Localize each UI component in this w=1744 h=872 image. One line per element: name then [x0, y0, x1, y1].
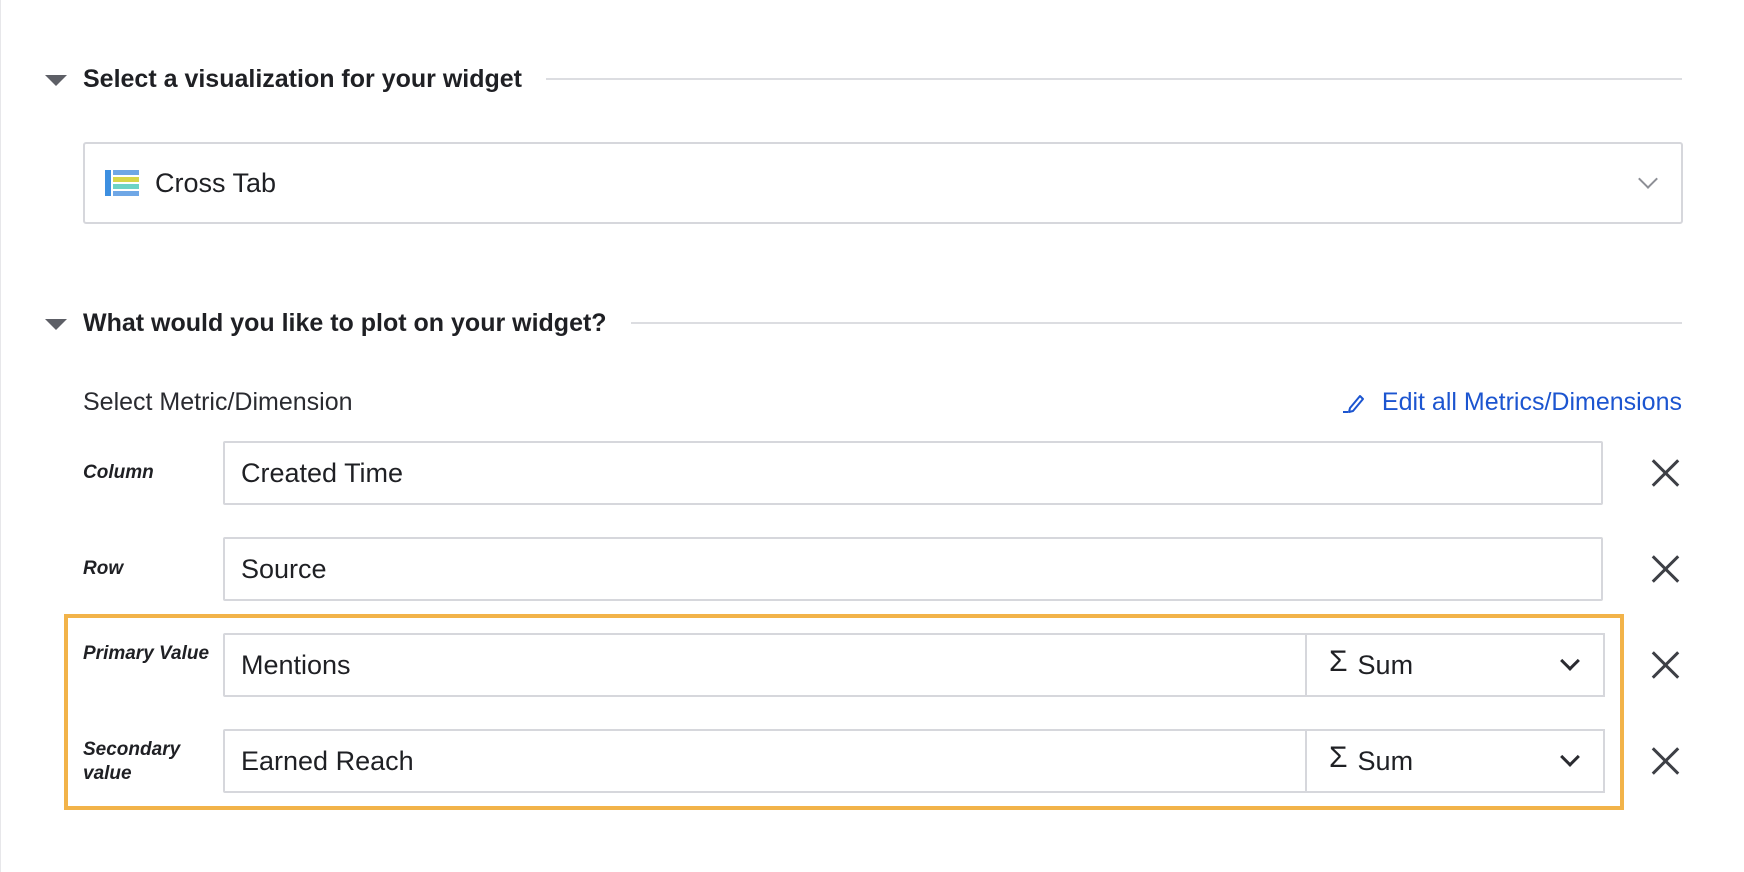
row-dimension-row: Row Source	[83, 537, 1683, 601]
collapse-caret-icon[interactable]	[45, 318, 67, 330]
chevron-down-icon	[1560, 747, 1580, 767]
secondary-value-row: Secondary value Earned Reach Σ Sum	[83, 729, 1683, 793]
section-divider	[546, 78, 1682, 80]
visualization-section-header: Select a visualization for your widget	[45, 63, 1682, 95]
primary-value-row: Primary Value Mentions Σ Sum	[83, 633, 1683, 697]
primary-aggregation-dropdown[interactable]: Σ Sum	[1305, 633, 1605, 697]
aggregation-value: Sum	[1357, 745, 1414, 776]
primary-value-field[interactable]: Mentions	[223, 633, 1307, 697]
section-title: What would you like to plot on your widg…	[83, 308, 607, 337]
pencil-icon	[1342, 392, 1368, 414]
secondary-value-field[interactable]: Earned Reach	[223, 729, 1307, 793]
remove-row-close-icon[interactable]	[1647, 551, 1683, 587]
row-label: Row	[83, 558, 124, 579]
visualization-dropdown[interactable]: Cross Tab	[83, 142, 1683, 224]
remove-secondary-value-close-icon[interactable]	[1647, 743, 1683, 779]
section-divider	[630, 322, 1682, 324]
row-label: Column	[83, 462, 154, 483]
collapse-caret-icon[interactable]	[45, 74, 67, 86]
sigma-icon: Σ	[1329, 741, 1348, 774]
aggregation-value: Sum	[1357, 649, 1414, 680]
remove-column-close-icon[interactable]	[1647, 455, 1683, 491]
secondary-aggregation-dropdown[interactable]: Σ Sum	[1305, 729, 1605, 793]
cross-tab-icon	[105, 170, 139, 196]
chevron-down-icon	[1560, 651, 1580, 671]
remove-primary-value-close-icon[interactable]	[1647, 647, 1683, 683]
sigma-icon: Σ	[1329, 645, 1348, 678]
edit-link-label: Edit all Metrics/Dimensions	[1381, 388, 1682, 416]
chevron-down-icon	[1638, 169, 1658, 189]
column-row: Column Created Time	[83, 441, 1683, 505]
plot-section-header: What would you like to plot on your widg…	[45, 307, 1682, 339]
section-title: Select a visualization for your widget	[83, 64, 522, 93]
widget-config-panel: Select a visualization for your widget C…	[0, 0, 1744, 872]
select-metric-label: Select Metric/Dimension	[83, 388, 353, 416]
row-label: Secondary value	[83, 739, 181, 784]
row-label: Primary Value	[83, 643, 210, 664]
column-field[interactable]: Created Time	[223, 441, 1603, 505]
edit-all-metrics-link[interactable]: Edit all Metrics/Dimensions	[1342, 388, 1682, 417]
visualization-value: Cross Tab	[155, 167, 277, 198]
row-field[interactable]: Source	[223, 537, 1603, 601]
